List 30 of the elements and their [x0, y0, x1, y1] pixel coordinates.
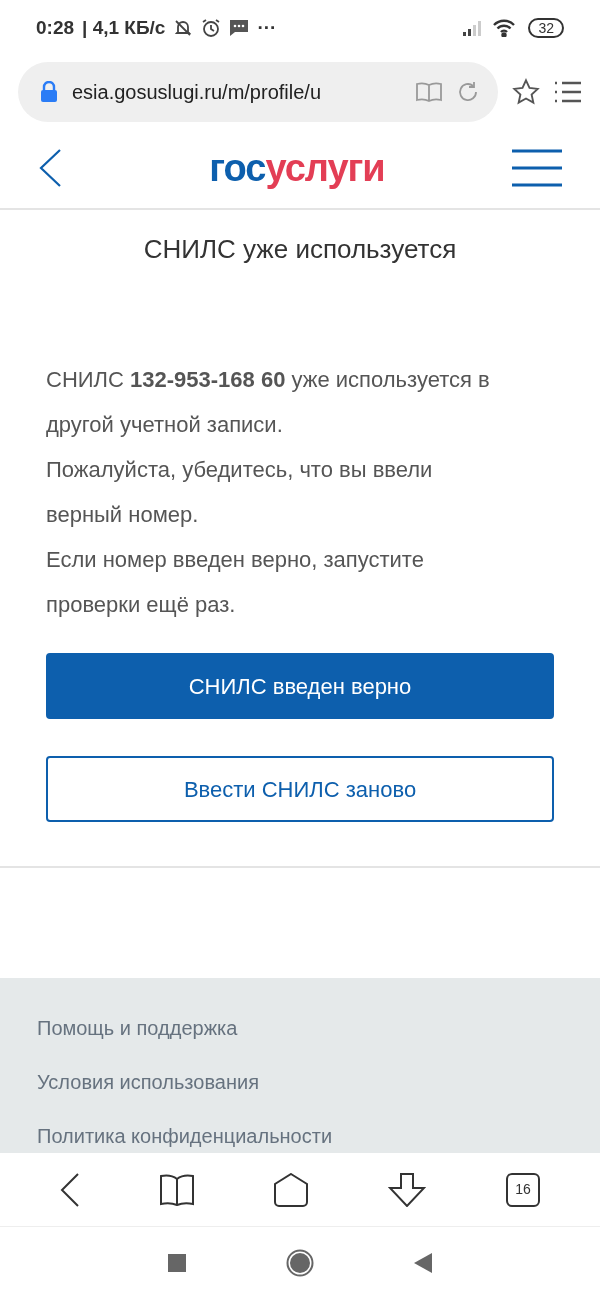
book-icon[interactable]	[160, 1173, 194, 1206]
page-title: СНИЛС уже используется	[142, 233, 458, 266]
tabs-button[interactable]: 16	[506, 1172, 540, 1207]
lock-icon	[40, 81, 58, 103]
network-speed: | 4,1 КБ/с	[82, 15, 166, 40]
logo[interactable]: госуслуги	[209, 139, 385, 197]
download-icon[interactable]	[388, 1172, 426, 1207]
footer-link[interactable]: Условия использования	[37, 1070, 563, 1094]
battery-indicator: 32	[528, 18, 564, 38]
menu-icon[interactable]	[512, 149, 562, 187]
confirm-button[interactable]: СНИЛС введен верно	[46, 653, 554, 719]
back-triangle-icon[interactable]	[414, 1253, 432, 1273]
list-icon[interactable]	[554, 80, 582, 104]
message-paragraph: Пожалуйста, убедитесь, что вы ввели верный номер.	[46, 456, 434, 529]
muted-bell-icon	[173, 18, 194, 38]
clock: 0:28	[36, 15, 75, 40]
more-notifications: ···	[257, 15, 277, 40]
back-icon[interactable]	[60, 1172, 80, 1207]
footer-link[interactable]: Помощь и поддержка	[37, 1016, 563, 1040]
url-text: esia.gosuslugi.ru/m/profile/u	[72, 80, 322, 105]
alarm-icon	[201, 18, 222, 38]
star-icon[interactable]	[512, 78, 540, 106]
re-enter-button[interactable]: Ввести СНИЛС заново	[46, 756, 554, 822]
message-icon	[229, 19, 250, 37]
message-paragraph: Если номер введен верно, запустите проверки ещё раз.	[46, 546, 425, 619]
footer-link[interactable]: Политика конфиденциальности	[37, 1124, 563, 1148]
message-paragraph: СНИЛС 132-953-168 60 уже используется в другой учетной записи.	[46, 366, 491, 439]
wifi-icon	[492, 19, 517, 37]
home-button-icon[interactable]	[286, 1249, 314, 1277]
home-icon[interactable]	[274, 1172, 308, 1207]
